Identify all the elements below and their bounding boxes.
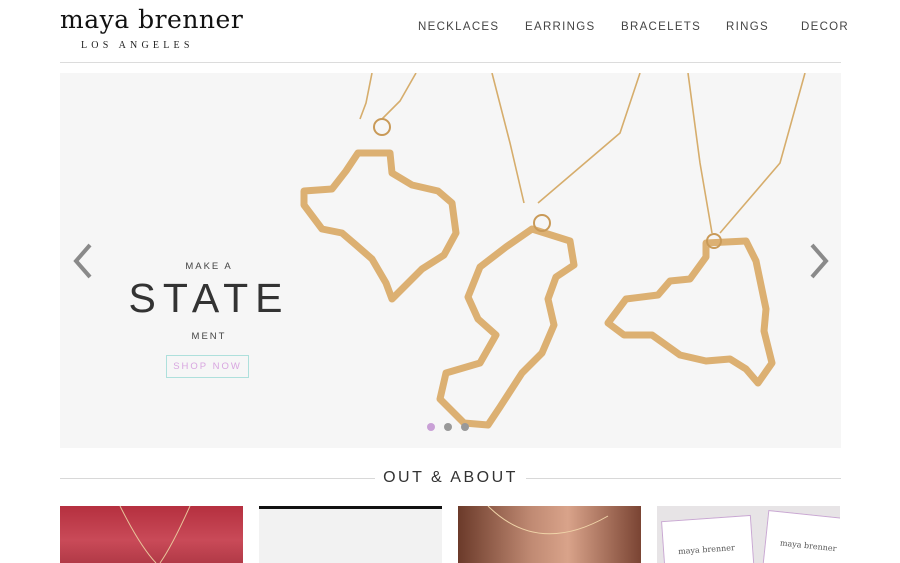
- gallery-thumb-4[interactable]: maya brenner maya brenner: [657, 506, 840, 563]
- nav-item-rings[interactable]: RINGS: [726, 21, 769, 33]
- brand-logo[interactable]: maya brenner LOS ANGELES: [60, 5, 243, 55]
- slider-next-button[interactable]: [804, 241, 834, 281]
- nav-item-earrings[interactable]: EARRINGS: [525, 21, 595, 33]
- gallery-thumb-2[interactable]: [259, 506, 442, 563]
- nav-item-necklaces[interactable]: NECKLACES: [418, 21, 499, 33]
- promo-headline: STATE: [128, 275, 290, 321]
- business-card-a: maya brenner: [661, 514, 755, 563]
- slider-dot-3[interactable]: [461, 423, 469, 431]
- slider-pagination: [427, 423, 469, 431]
- card-text: maya brenner: [677, 543, 736, 557]
- heading-rule-right: [526, 478, 841, 479]
- promo-posttext: MENT: [191, 331, 227, 342]
- slider-dot-2[interactable]: [444, 423, 452, 431]
- card-text-2: maya brenner: [779, 538, 837, 554]
- chevron-left-icon: [73, 243, 92, 279]
- heading-rule-left: [60, 478, 375, 479]
- out-and-about-heading: OUT & ABOUT: [60, 466, 841, 492]
- brand-name: maya brenner: [60, 5, 244, 34]
- hero-slider: MAKE A STATE MENT SHOP NOW: [60, 73, 841, 448]
- slider-prev-button[interactable]: [68, 241, 98, 281]
- hero-promo: MAKE A STATE MENT SHOP NOW: [120, 259, 300, 389]
- shop-now-button[interactable]: SHOP NOW: [166, 355, 249, 378]
- brand-city: LOS ANGELES: [81, 40, 194, 51]
- promo-pretext: MAKE A: [185, 261, 233, 272]
- business-card-b: maya brenner: [762, 509, 840, 563]
- nav-item-decor[interactable]: DECOR: [801, 21, 849, 33]
- necklace-photo-3: [487, 506, 609, 535]
- gallery-thumb-3[interactable]: [458, 506, 641, 563]
- section-title: OUT & ABOUT: [383, 469, 518, 486]
- gallery-thumb-1[interactable]: [60, 506, 243, 563]
- necklace-photo-1: [119, 506, 191, 563]
- slider-dot-1[interactable]: [427, 423, 435, 431]
- chevron-right-icon: [810, 243, 829, 279]
- site-header: maya brenner LOS ANGELES NECKLACES EARRI…: [60, 0, 848, 63]
- nav-item-bracelets[interactable]: BRACELETS: [621, 21, 701, 33]
